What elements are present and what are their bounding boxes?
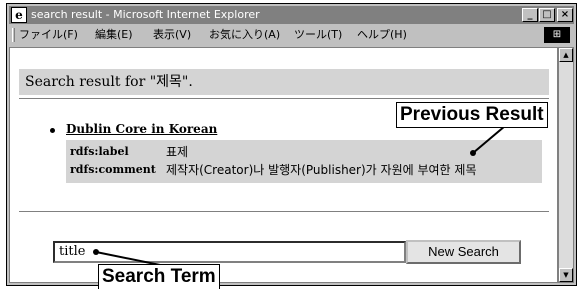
previous-result-pointer (472, 125, 506, 154)
annotation-pointers (93, 125, 506, 267)
previous-result-callout: Previous Result (396, 102, 548, 128)
search-term-callout: Search Term (98, 264, 220, 289)
previous-result-pointer-dot (470, 150, 476, 156)
search-term-pointer-dot (93, 249, 99, 255)
